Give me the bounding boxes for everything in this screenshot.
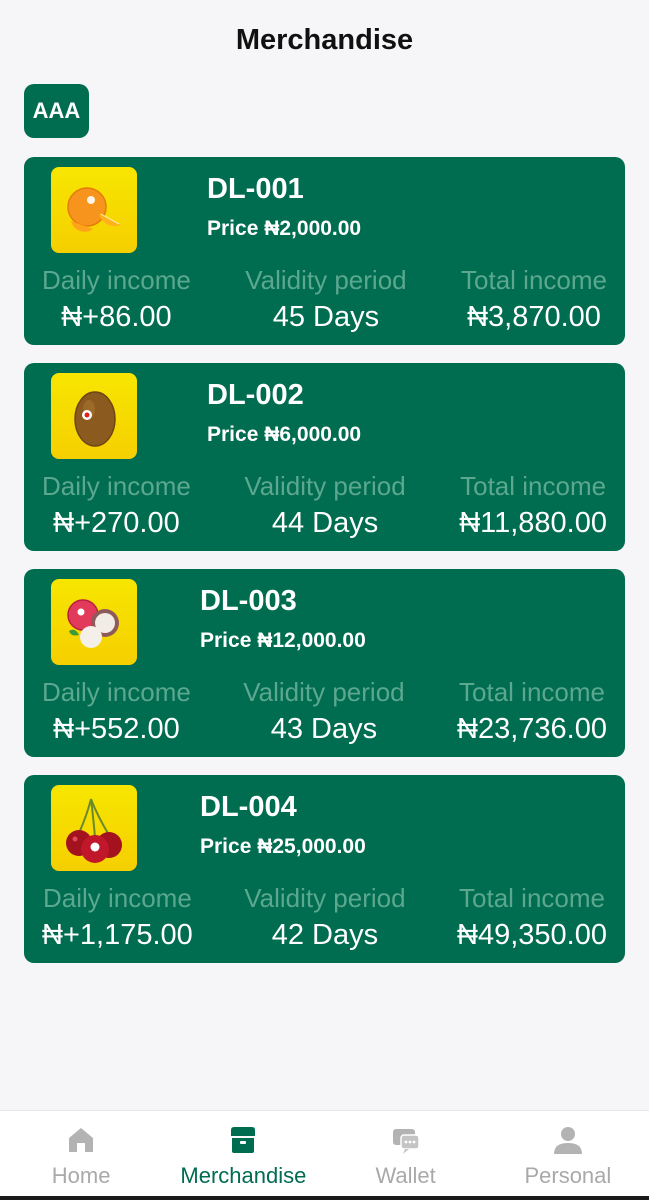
total-income-stat: Total income ₦11,880.00 bbox=[459, 471, 607, 540]
bottom-nav: Home Merchandise Wallet Personal bbox=[0, 1110, 649, 1200]
daily-income-value: ₦+552.00 bbox=[53, 713, 180, 745]
nav-item-home[interactable]: Home bbox=[0, 1111, 162, 1200]
product-list: DL-001 Price ₦2,000.00 Daily income ₦+86… bbox=[24, 157, 625, 981]
daily-income-stat: Daily income ₦+552.00 bbox=[42, 677, 191, 746]
product-name: DL-003 bbox=[200, 585, 297, 617]
total-income-value: ₦49,350.00 bbox=[457, 919, 607, 951]
lychee-fruit-image bbox=[51, 579, 137, 665]
product-price: Price ₦2,000.00 bbox=[207, 217, 362, 240]
product-stats: Daily income ₦+270.00 Validity period 44… bbox=[24, 471, 625, 540]
daily-income-stat: Daily income ₦+86.00 bbox=[42, 265, 191, 334]
validity-period-label: Validity period bbox=[245, 265, 407, 295]
daily-income-value: ₦+1,175.00 bbox=[42, 919, 193, 951]
nav-label-merchandise: Merchandise bbox=[180, 1163, 307, 1188]
product-name: DL-001 bbox=[207, 173, 304, 205]
product-name: DL-004 bbox=[200, 791, 297, 823]
store-icon bbox=[226, 1123, 260, 1157]
nav-label-home: Home bbox=[51, 1163, 111, 1188]
daily-income-value: ₦+86.00 bbox=[61, 301, 172, 333]
product-stats: Daily income ₦+1,175.00 Validity period … bbox=[24, 883, 625, 952]
total-income-label: Total income bbox=[459, 677, 605, 707]
product-name: DL-002 bbox=[207, 379, 304, 411]
nav-item-merchandise[interactable]: Merchandise bbox=[162, 1111, 324, 1200]
nav-label-personal: Personal bbox=[524, 1163, 612, 1188]
total-income-stat: Total income ₦3,870.00 bbox=[461, 265, 607, 334]
system-gesture-bar bbox=[0, 1196, 649, 1200]
total-income-label: Total income bbox=[460, 471, 607, 501]
validity-period-stat: Validity period 42 Days bbox=[244, 883, 405, 952]
total-income-stat: Total income ₦23,736.00 bbox=[457, 677, 607, 746]
daily-income-value: ₦+270.00 bbox=[53, 507, 180, 539]
validity-period-stat: Validity period 43 Days bbox=[243, 677, 404, 746]
validity-period-value: 43 Days bbox=[270, 713, 378, 745]
merchandise-page: Merchandise AAA DL-001 Price ₦2,000.00 D… bbox=[0, 0, 649, 1200]
daily-income-stat: Daily income ₦+270.00 bbox=[42, 471, 191, 540]
product-card[interactable]: DL-003 Price ₦12,000.00 Daily income ₦+5… bbox=[24, 569, 625, 757]
person-icon bbox=[551, 1123, 585, 1157]
validity-period-label: Validity period bbox=[243, 677, 405, 707]
product-card[interactable]: DL-001 Price ₦2,000.00 Daily income ₦+86… bbox=[24, 157, 625, 345]
validity-period-value: 44 Days bbox=[271, 507, 379, 539]
total-income-label: Total income bbox=[459, 883, 605, 913]
product-price: Price ₦25,000.00 bbox=[200, 835, 366, 858]
validity-period-label: Validity period bbox=[244, 883, 406, 913]
product-stats: Daily income ₦+552.00 Validity period 43… bbox=[24, 677, 625, 746]
validity-period-stat: Validity period 45 Days bbox=[245, 265, 406, 334]
home-icon bbox=[64, 1123, 98, 1157]
daily-income-label: Daily income bbox=[42, 471, 191, 501]
product-stats: Daily income ₦+86.00 Validity period 45 … bbox=[24, 265, 625, 334]
filter-chip-aaa[interactable]: AAA bbox=[24, 84, 89, 138]
total-income-value: ₦23,736.00 bbox=[457, 713, 607, 745]
total-income-value: ₦11,880.00 bbox=[459, 507, 607, 539]
cherry-fruit-image bbox=[51, 785, 137, 871]
kiwi-fruit-image bbox=[51, 373, 137, 459]
total-income-stat: Total income ₦49,350.00 bbox=[457, 883, 607, 952]
validity-period-value: 45 Days bbox=[272, 301, 380, 333]
page-title: Merchandise bbox=[235, 23, 414, 56]
header: Merchandise bbox=[0, 0, 649, 80]
orange-fruit-image bbox=[51, 167, 137, 253]
nav-item-personal[interactable]: Personal bbox=[487, 1111, 649, 1200]
product-card[interactable]: DL-002 Price ₦6,000.00 Daily income ₦+27… bbox=[24, 363, 625, 551]
wallet-icon bbox=[389, 1123, 423, 1157]
nav-label-wallet: Wallet bbox=[375, 1163, 436, 1188]
total-income-value: ₦3,870.00 bbox=[467, 301, 601, 333]
daily-income-label: Daily income bbox=[42, 265, 191, 295]
product-price: Price ₦12,000.00 bbox=[200, 629, 366, 652]
product-price: Price ₦6,000.00 bbox=[207, 423, 362, 446]
validity-period-stat: Validity period 44 Days bbox=[244, 471, 405, 540]
daily-income-label: Daily income bbox=[42, 883, 192, 913]
total-income-label: Total income bbox=[461, 265, 607, 295]
nav-item-wallet[interactable]: Wallet bbox=[325, 1111, 487, 1200]
daily-income-label: Daily income bbox=[42, 677, 191, 707]
validity-period-label: Validity period bbox=[244, 471, 406, 501]
product-card[interactable]: DL-004 Price ₦25,000.00 Daily income ₦+1… bbox=[24, 775, 625, 963]
daily-income-stat: Daily income ₦+1,175.00 bbox=[42, 883, 193, 952]
validity-period-value: 42 Days bbox=[271, 919, 379, 951]
